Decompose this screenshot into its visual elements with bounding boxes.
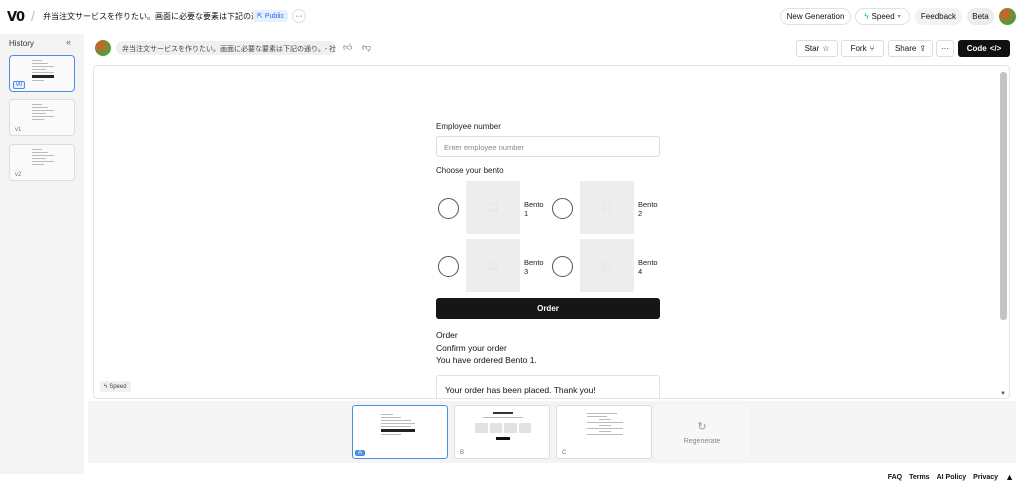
- top-bar: V0 / 弁当注文サービスを作りたい。画面に必要な要素は下記の通り。- ... …: [0, 0, 1024, 34]
- generation-a[interactable]: A: [352, 405, 448, 459]
- share-label: Share: [894, 44, 917, 53]
- generation-tag: A: [355, 450, 366, 456]
- order-result: Order Confirm your order You have ordere…: [436, 329, 537, 367]
- v0-logo[interactable]: V0: [7, 10, 25, 25]
- thumbnail-preview: [32, 60, 54, 83]
- speed-selector[interactable]: ϟ Speed ▾: [855, 8, 910, 25]
- code-icon: </>: [989, 44, 1002, 53]
- faq-link[interactable]: FAQ: [888, 474, 902, 481]
- privacy-link[interactable]: Privacy: [973, 474, 998, 481]
- preview-frame: ▼ Employee number Enter employee number …: [93, 65, 1010, 399]
- generation-c[interactable]: C: [556, 405, 652, 459]
- regenerate-button[interactable]: ↻ Regenerate: [654, 405, 750, 459]
- fork-button[interactable]: Fork ⑂: [841, 40, 884, 57]
- link-icon: ⇱: [257, 13, 263, 20]
- fork-icon: ⑂: [869, 44, 875, 53]
- lightning-icon: ϟ: [864, 12, 869, 21]
- generation-thumbnail: [475, 412, 531, 440]
- scroll-down-icon[interactable]: ▼: [1000, 391, 1006, 397]
- bento-3-image: ⬚: [466, 239, 520, 292]
- public-label: Public: [264, 12, 284, 20]
- public-badge[interactable]: ⇱ Public: [253, 10, 288, 22]
- bento-2-radio[interactable]: [552, 198, 573, 219]
- code-button[interactable]: Code </>: [958, 40, 1010, 57]
- generation-strip: A B C ↻ Regenerate: [88, 401, 1016, 463]
- speed-chip-label: Speed: [109, 383, 127, 390]
- generation-tag: C: [562, 450, 567, 456]
- history-sidebar: History « v0 v1 v2: [0, 34, 84, 474]
- history-version-v2[interactable]: v2: [9, 144, 75, 181]
- result-confirm: Confirm your order: [436, 342, 507, 353]
- code-label: Code: [966, 44, 987, 53]
- bento-3-radio[interactable]: [438, 256, 459, 277]
- generation-tag: B: [460, 450, 465, 456]
- generation-thumbnail: [381, 414, 419, 437]
- new-generation-button[interactable]: New Generation: [780, 8, 851, 25]
- order-button[interactable]: Order: [436, 298, 660, 319]
- generation-thumbnail: [587, 413, 623, 437]
- employee-number-label: Employee number: [436, 122, 501, 131]
- preview-scrollbar[interactable]: [1000, 72, 1007, 320]
- bento-4-image: ⬚: [580, 239, 634, 292]
- bento-4-label: Bento 4: [638, 258, 658, 276]
- ai-policy-link[interactable]: AI Policy: [937, 474, 967, 481]
- collapse-sidebar-icon[interactable]: «: [66, 37, 71, 47]
- lightning-icon: ϟ: [104, 383, 108, 390]
- generation-b[interactable]: B: [454, 405, 550, 459]
- employee-number-input[interactable]: Enter employee number: [436, 136, 660, 157]
- order-placed-text: Your order has been placed. Thank you!: [445, 385, 596, 395]
- refresh-icon: ↻: [697, 420, 707, 433]
- bento-grid: ⬚ Bento 1 ⬚ Bento 2 ⬚ Bento 3 ⬚ Bento 4: [436, 181, 660, 301]
- regenerate-label: Regenerate: [683, 437, 721, 445]
- bento-1-image: ⬚: [466, 181, 520, 234]
- breadcrumb-separator: /: [31, 8, 35, 24]
- bento-2-image: ⬚: [580, 181, 634, 234]
- version-label: v1: [15, 127, 22, 133]
- user-avatar[interactable]: [999, 8, 1016, 25]
- result-text: You have ordered Bento 1.: [436, 355, 537, 365]
- bento-1-radio[interactable]: [438, 198, 459, 219]
- terms-link[interactable]: Terms: [909, 474, 930, 481]
- speed-label: Speed: [871, 12, 895, 21]
- history-title: History: [9, 39, 34, 48]
- version-label: v2: [15, 172, 22, 178]
- star-icon: ☆: [822, 44, 830, 53]
- vercel-logo-icon[interactable]: ▲: [1005, 472, 1014, 482]
- share-icon: ⇪: [919, 44, 927, 53]
- speed-chip[interactable]: ϟ Speed: [100, 381, 131, 392]
- thumbnail-preview: [32, 149, 54, 167]
- choose-bento-label: Choose your bento: [436, 166, 504, 175]
- bento-2-label: Bento 2: [638, 200, 658, 218]
- version-label: v0: [13, 81, 26, 89]
- title-more-button[interactable]: ···: [292, 9, 306, 23]
- feedback-button[interactable]: Feedback: [915, 8, 962, 25]
- share-button[interactable]: Share ⇪: [888, 40, 933, 57]
- thumbs-down-icon[interactable]: 👎︎: [362, 42, 371, 53]
- prompt-message[interactable]: 弁当注文サービスを作りたい。画面に必要な要素は下記の通り。- 社...: [116, 41, 336, 55]
- beta-badge: Beta: [967, 8, 994, 25]
- more-options-button[interactable]: ···: [936, 40, 954, 57]
- footer: FAQ Terms AI Policy Privacy ▲: [888, 472, 1014, 482]
- order-form: Employee number Enter employee number Ch…: [436, 122, 660, 301]
- thumbnail-preview: [32, 104, 54, 122]
- bento-3-label: Bento 3: [524, 258, 544, 276]
- chat-title[interactable]: 弁当注文サービスを作りたい。画面に必要な要素は下記の通り。- ...: [43, 11, 286, 22]
- star-button[interactable]: Star ☆: [796, 40, 838, 57]
- history-version-v1[interactable]: v1: [9, 99, 75, 136]
- fork-label: Fork: [850, 44, 867, 53]
- history-version-v0[interactable]: v0: [9, 55, 75, 92]
- result-title: Order: [436, 330, 458, 340]
- star-label: Star: [804, 44, 820, 53]
- message-avatar: [95, 40, 111, 56]
- order-placed-card: Your order has been placed. Thank you!: [436, 375, 660, 398]
- thumbs-up-icon[interactable]: 👍︎: [343, 42, 352, 53]
- chevron-down-icon: ▾: [897, 14, 901, 20]
- bento-4-radio[interactable]: [552, 256, 573, 277]
- bento-1-label: Bento 1: [524, 200, 544, 218]
